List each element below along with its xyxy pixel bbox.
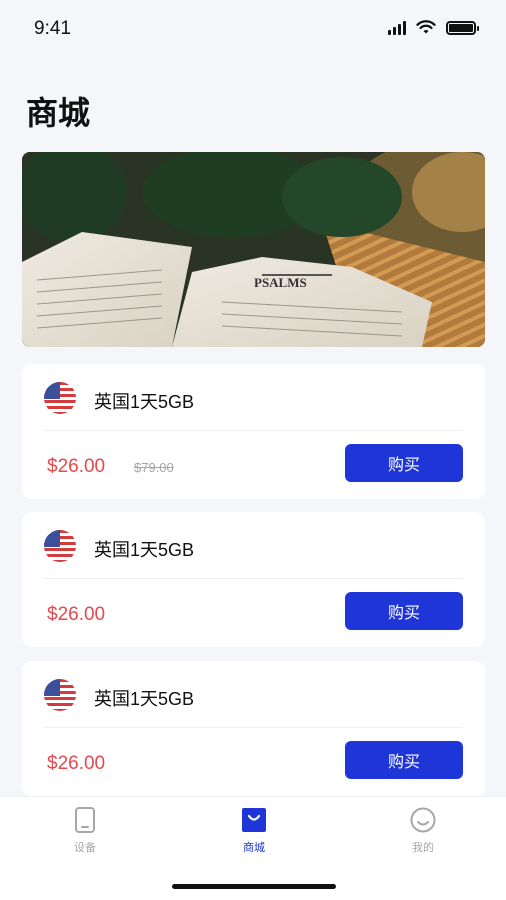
banner-illustration: PSALMS (22, 152, 485, 347)
tab-device[interactable]: 设备 (55, 807, 115, 855)
tab-label: 我的 (412, 842, 434, 854)
product-name: 英国1天5GB (94, 392, 195, 412)
status-bar: 9:41 (0, 0, 506, 60)
product-name: 英国1天5GB (94, 540, 195, 560)
product-price: $26.00 (47, 753, 106, 774)
tab-shop[interactable]: 商城 (224, 807, 284, 855)
tab-label: 设备 (74, 842, 96, 854)
page-title: 商城 (26, 95, 91, 131)
buy-button[interactable]: 购买 (345, 741, 463, 779)
product-card[interactable]: 英国1天5GB $26.00 购买 (22, 512, 485, 647)
status-icons (388, 20, 479, 35)
buy-button[interactable]: 购买 (345, 444, 463, 482)
bottom-tab-bar: 设备 商城 我的 (0, 796, 506, 900)
product-card[interactable]: 英国1天5GB $26.00 购买 (22, 661, 485, 796)
product-original-price: $79.00 (134, 460, 174, 475)
us-flag-icon (44, 530, 76, 562)
divider (44, 727, 463, 728)
divider (44, 578, 463, 579)
home-indicator[interactable] (172, 884, 336, 889)
product-price: $26.00 (47, 604, 106, 625)
signal-icon (388, 20, 406, 35)
battery-icon (446, 20, 479, 35)
divider (44, 430, 463, 431)
wifi-icon (416, 20, 436, 34)
product-card[interactable]: 英国1天5GB $26.00 $79.00 购买 (22, 364, 485, 499)
product-name: 英国1天5GB (94, 689, 195, 709)
smiley-icon (410, 807, 436, 833)
tab-mine[interactable]: 我的 (393, 807, 453, 855)
us-flag-icon (44, 382, 76, 414)
tab-label: 商城 (243, 842, 265, 854)
phone-icon (75, 807, 95, 833)
shop-bag-icon (242, 808, 266, 832)
svg-text:PSALMS: PSALMS (254, 275, 307, 290)
us-flag-icon (44, 679, 76, 711)
product-price: $26.00 (47, 456, 106, 477)
banner-image[interactable]: PSALMS (22, 152, 485, 347)
status-time: 9:41 (34, 18, 71, 39)
buy-button[interactable]: 购买 (345, 592, 463, 630)
